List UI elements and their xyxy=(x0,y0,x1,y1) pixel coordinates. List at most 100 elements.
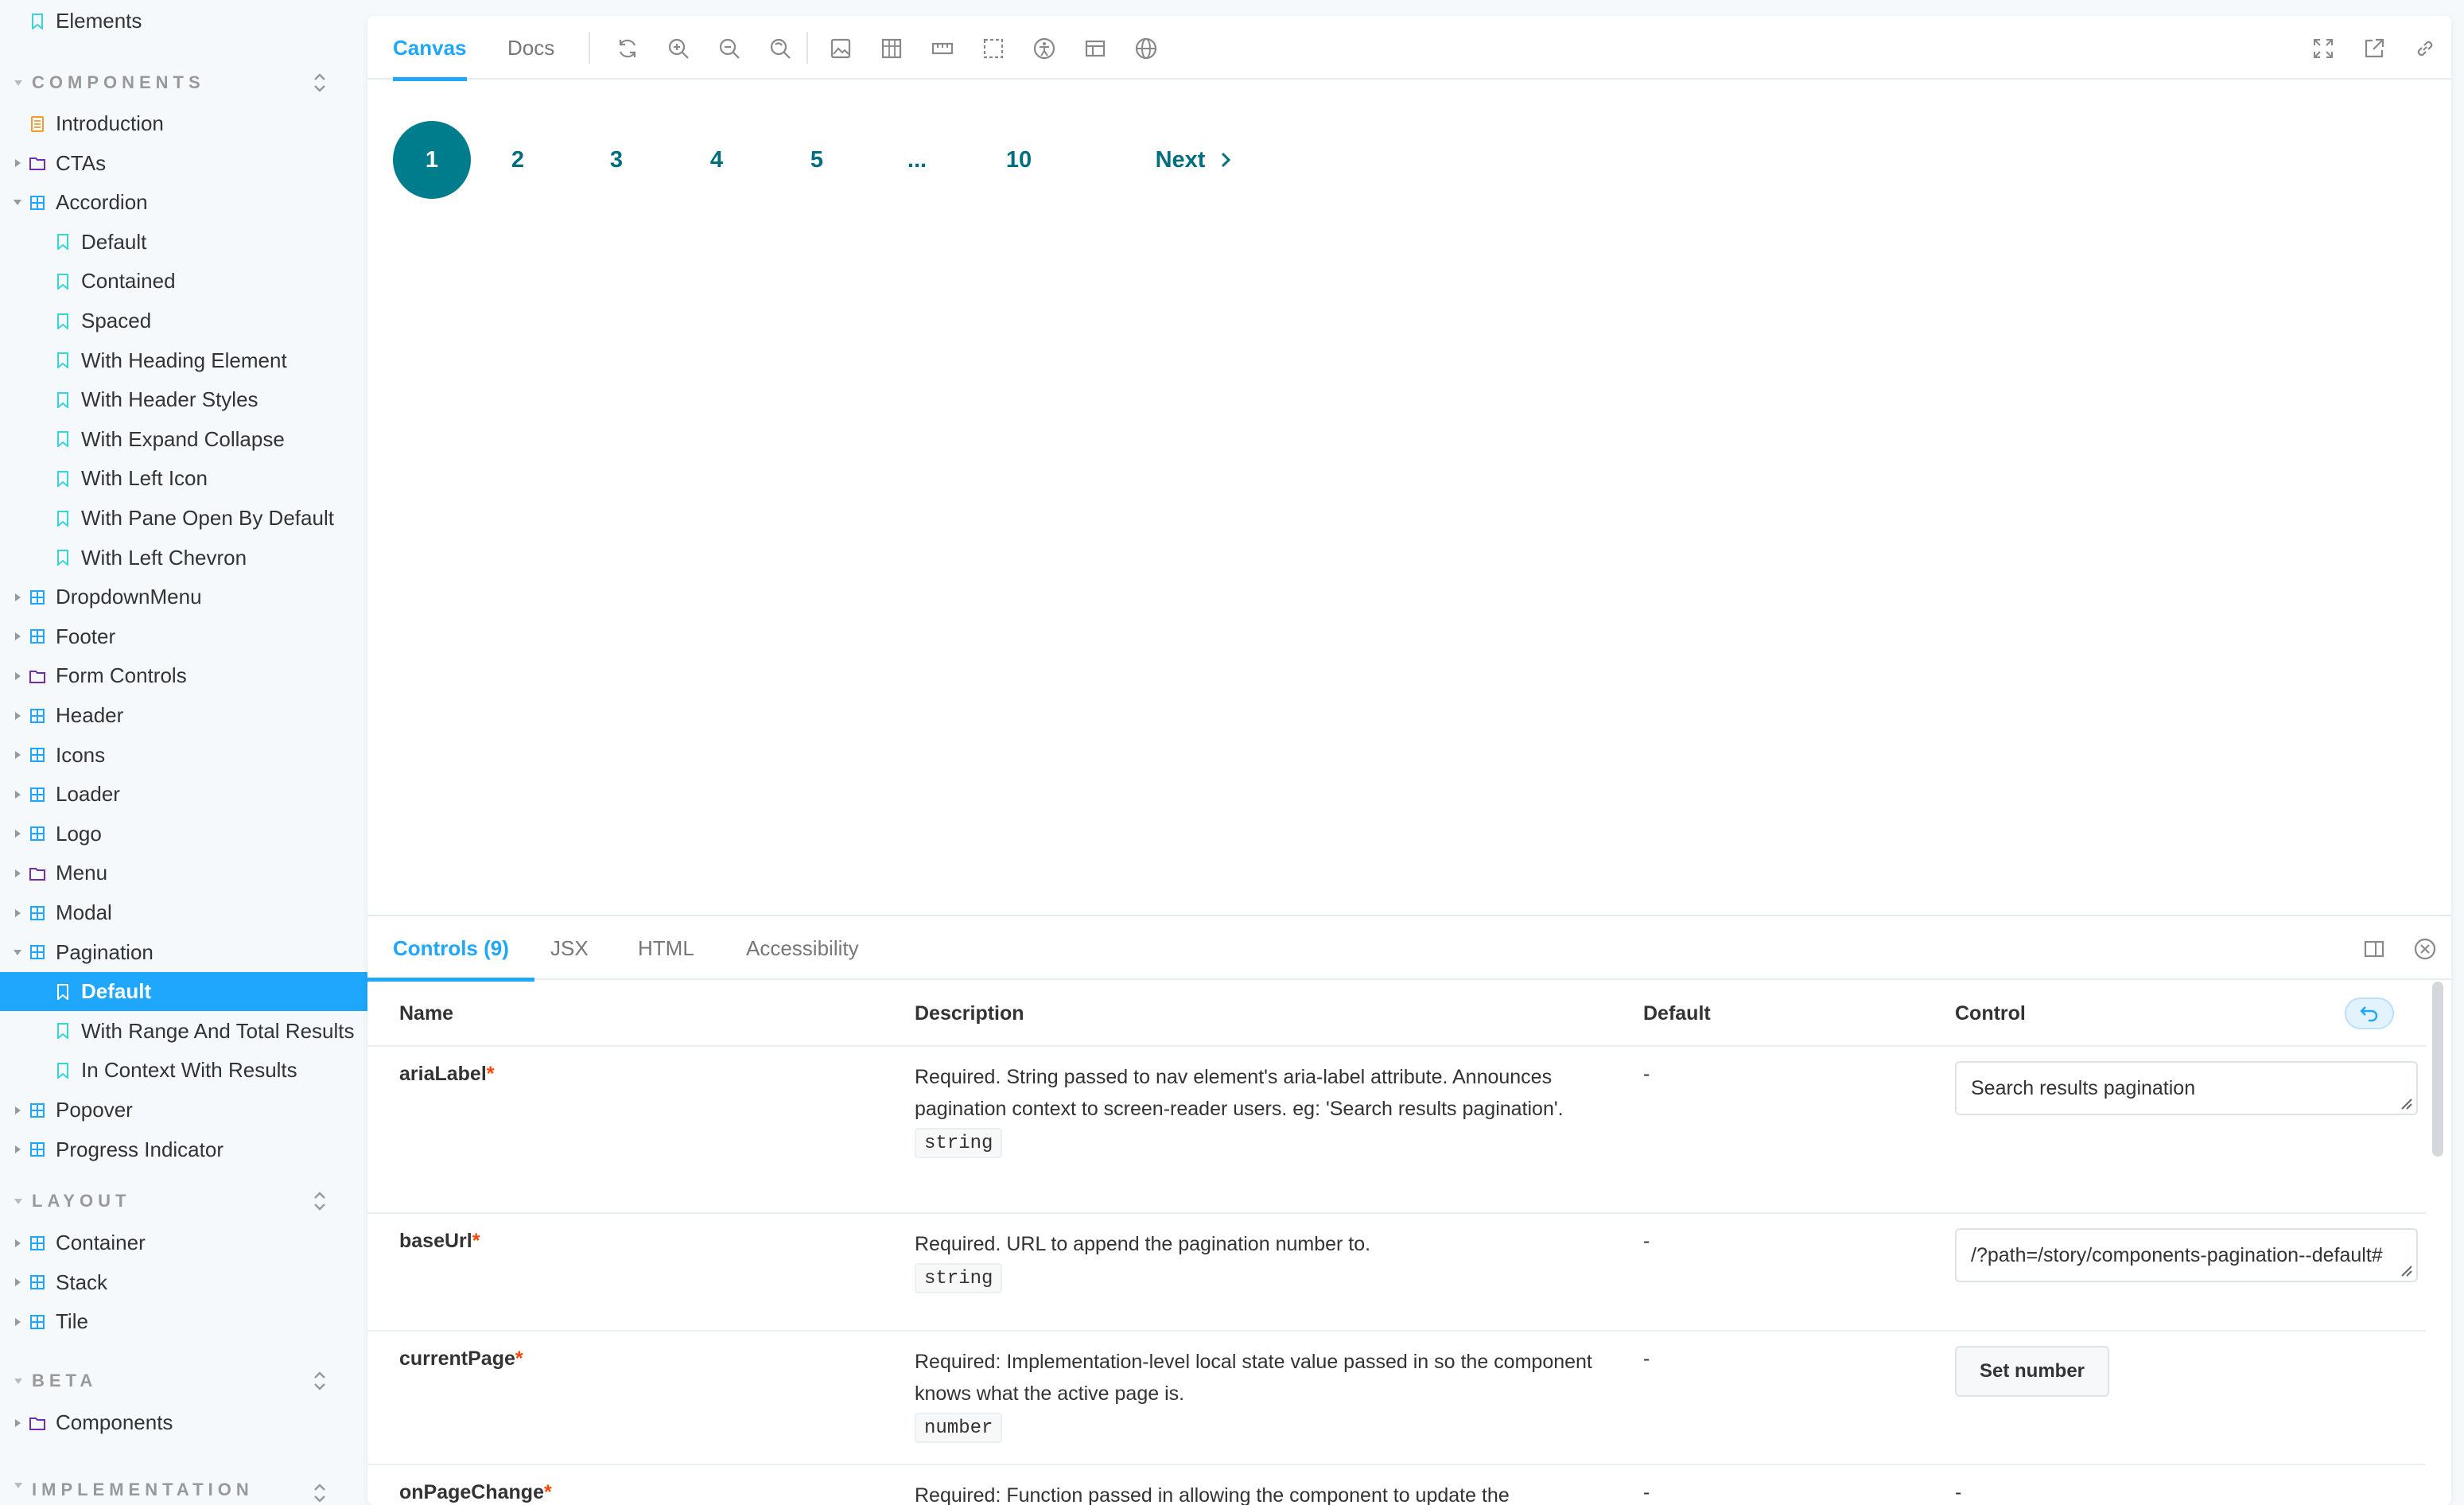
panel-orientation-icon[interactable] xyxy=(2362,937,2386,961)
caret-right-icon[interactable] xyxy=(15,711,21,720)
caret-right-icon[interactable] xyxy=(15,1418,21,1427)
pagination-page-10[interactable]: 10 xyxy=(985,121,1053,199)
grid-icon[interactable] xyxy=(880,37,904,60)
outline-icon[interactable] xyxy=(981,37,1005,60)
tab-docs[interactable]: Docs xyxy=(507,16,554,80)
zoom-in-icon[interactable] xyxy=(667,37,690,60)
open-new-tab-icon[interactable] xyxy=(2362,37,2386,60)
pagination-page-2[interactable]: 2 xyxy=(484,121,552,199)
accessibility-icon[interactable] xyxy=(1032,37,1056,60)
sidebar-item-contained[interactable]: Contained xyxy=(0,262,367,301)
sidebar-item-footer[interactable]: Footer xyxy=(0,617,367,656)
tab-html[interactable]: HTML xyxy=(638,916,694,980)
tab-jsx[interactable]: JSX xyxy=(550,916,589,980)
reset-controls-button[interactable] xyxy=(2345,998,2394,1029)
caret-right-icon[interactable] xyxy=(15,632,21,641)
caret-right-icon[interactable] xyxy=(15,869,21,877)
caret-right-icon[interactable] xyxy=(15,1239,21,1247)
sidebar-item-icons[interactable]: Icons xyxy=(0,736,367,775)
sidebar-item-default[interactable]: Default xyxy=(0,223,367,262)
layout-icon[interactable] xyxy=(1083,37,1107,60)
expand-collapse-icon[interactable] xyxy=(312,1191,328,1211)
caret-down-icon[interactable] xyxy=(14,949,21,955)
section-implementation-demos[interactable]: IMPLEMENTATION DEMOS xyxy=(0,1470,367,1505)
section-beta[interactable]: BETA xyxy=(0,1365,367,1397)
sidebar-item-spaced[interactable]: Spaced xyxy=(0,301,367,340)
sidebar-item-with-left-chevron[interactable]: With Left Chevron xyxy=(0,539,367,578)
tab-canvas[interactable]: Canvas xyxy=(393,16,467,81)
close-panel-icon[interactable] xyxy=(2413,937,2437,961)
sidebar-item-in-context-with-results[interactable]: In Context With Results xyxy=(0,1051,367,1090)
caret-right-icon[interactable] xyxy=(15,1145,21,1154)
expand-collapse-icon[interactable] xyxy=(312,1371,328,1391)
expand-collapse-icon[interactable] xyxy=(312,72,328,93)
sidebar-item-with-left-icon[interactable]: With Left Icon xyxy=(0,459,367,498)
sidebar-item-pagination[interactable]: Pagination xyxy=(0,933,367,972)
section-components[interactable]: COMPONENTS xyxy=(0,67,367,99)
sidebar-item-tile[interactable]: Tile xyxy=(0,1302,367,1341)
scrollbar-thumb[interactable] xyxy=(2432,982,2443,1157)
pagination-next[interactable]: Next xyxy=(1134,121,1253,199)
bookmark-icon xyxy=(54,233,72,251)
control-textarea[interactable]: /?path=/story/components-pagination--def… xyxy=(1955,1228,2418,1282)
pagination-page-4[interactable]: 4 xyxy=(682,121,751,199)
sidebar-item-logo[interactable]: Logo xyxy=(0,815,367,854)
sidebar-item-with-range-and-total-results[interactable]: With Range And Total Results xyxy=(0,1012,367,1051)
caret-right-icon[interactable] xyxy=(15,790,21,799)
sidebar-item-modal[interactable]: Modal xyxy=(0,893,367,932)
prop-description: Required: Function passed in allowing th… xyxy=(915,1480,1599,1505)
sidebar-item-container[interactable]: Container xyxy=(0,1223,367,1262)
sidebar-item-accordion[interactable]: Accordion xyxy=(0,183,367,222)
globe-icon[interactable] xyxy=(1134,37,1158,60)
expand-collapse-icon[interactable] xyxy=(312,1483,328,1503)
sidebar-item-with-header-styles[interactable]: With Header Styles xyxy=(0,380,367,419)
caret-right-icon[interactable] xyxy=(15,671,21,680)
copy-link-icon[interactable] xyxy=(2413,37,2437,60)
caret-right-icon[interactable] xyxy=(15,593,21,601)
resize-handle-icon[interactable] xyxy=(2397,1262,2413,1278)
sidebar-item-ctas[interactable]: CTAs xyxy=(0,144,367,183)
background-icon[interactable] xyxy=(829,37,853,60)
section-layout[interactable]: LAYOUT xyxy=(0,1185,367,1217)
sidebar-item-default[interactable]: Default xyxy=(0,972,367,1012)
caret-right-icon[interactable] xyxy=(15,159,21,168)
caret-down-icon[interactable] xyxy=(14,200,21,206)
pagination-page-3[interactable]: 3 xyxy=(582,121,651,199)
zoom-out-icon[interactable] xyxy=(717,37,741,60)
sidebar-item-label: With Pane Open By Default xyxy=(81,506,334,530)
set-number-button[interactable]: Set number xyxy=(1955,1346,2109,1397)
sidebar-item-menu[interactable]: Menu xyxy=(0,854,367,892)
sidebar-item-with-heading-element[interactable]: With Heading Element xyxy=(0,341,367,380)
sidebar-item-dropdownmenu[interactable]: DropdownMenu xyxy=(0,578,367,616)
caret-right-icon[interactable] xyxy=(15,830,21,838)
scrollbar[interactable] xyxy=(2431,982,2445,1475)
sidebar-item-header[interactable]: Header xyxy=(0,696,367,735)
sidebar-item-progress-indicator[interactable]: Progress Indicator xyxy=(0,1130,367,1169)
sidebar-item-stack[interactable]: Stack xyxy=(0,1263,367,1302)
sidebar-item-with-expand-collapse[interactable]: With Expand Collapse xyxy=(0,420,367,459)
caret-right-icon[interactable] xyxy=(15,1106,21,1114)
caret-right-icon[interactable] xyxy=(15,908,21,917)
pagination-page-1[interactable]: 1 xyxy=(393,121,471,199)
resize-handle-icon[interactable] xyxy=(2397,1095,2413,1110)
sidebar-item-introduction[interactable]: Introduction xyxy=(0,104,367,143)
sidebar-item-form-controls[interactable]: Form Controls xyxy=(0,656,367,695)
tab-accessibility[interactable]: Accessibility xyxy=(746,916,859,980)
caret-right-icon[interactable] xyxy=(15,1278,21,1287)
sidebar-item-label: Introduction xyxy=(56,111,164,135)
caret-right-icon[interactable] xyxy=(15,751,21,760)
tab-controls[interactable]: Controls (9) xyxy=(367,916,534,982)
zoom-reset-icon[interactable] xyxy=(768,37,792,60)
sidebar-item-with-pane-open-by-default[interactable]: With Pane Open By Default xyxy=(0,499,367,538)
control-textarea[interactable]: Search results pagination xyxy=(1955,1061,2418,1115)
sidebar-item-popover[interactable]: Popover xyxy=(0,1091,367,1130)
reload-icon[interactable] xyxy=(616,37,639,60)
measure-icon[interactable] xyxy=(931,37,954,60)
caret-right-icon[interactable] xyxy=(15,1317,21,1326)
pagination-page-5[interactable]: 5 xyxy=(783,121,851,199)
fullscreen-icon[interactable] xyxy=(2311,37,2335,60)
sidebar-item-elements[interactable]: Elements xyxy=(0,2,367,41)
prop-default: - xyxy=(1643,1481,1650,1503)
sidebar-item-loader[interactable]: Loader xyxy=(0,775,367,814)
sidebar-item-components[interactable]: Components xyxy=(0,1403,367,1442)
